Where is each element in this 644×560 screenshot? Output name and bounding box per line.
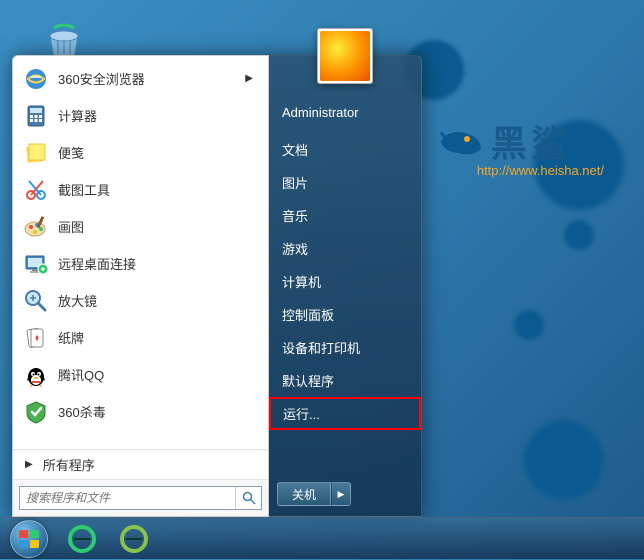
taskbar-browser-2[interactable] — [110, 521, 158, 557]
program-label: 计算器 — [58, 106, 97, 125]
start-menu-right-panel: Administrator 文档图片音乐游戏计算机控制面板设备和打印机默认程序运… — [269, 55, 422, 517]
right-panel-item-5[interactable]: 控制面板 — [269, 298, 421, 331]
program-label: 360安全浏览器 — [58, 69, 145, 88]
shutdown-button-group: 关机 ▶ — [277, 482, 351, 506]
program-list: 360安全浏览器 ▶ 计算器便笺截图工具画图远程桌面连接放大镜纸牌腾讯QQ 360杀毒 — [13, 56, 268, 449]
program-label: 纸牌 — [58, 328, 84, 347]
search-button[interactable] — [235, 487, 261, 509]
shutdown-options-button[interactable]: ▶ — [331, 482, 351, 506]
sticky-notes-icon — [22, 139, 50, 167]
right-panel-item-6[interactable]: 设备和打印机 — [269, 331, 421, 364]
paint-icon — [22, 213, 50, 241]
wallpaper-logo: 黑鲨 http://www.heisha.net/ — [437, 115, 604, 178]
all-programs-button[interactable]: ▶ 所有程序 — [13, 449, 268, 479]
program-item-5[interactable]: 远程桌面连接 — [15, 245, 266, 282]
program-item-2[interactable]: 便笺 — [15, 134, 266, 171]
solitaire-icon — [22, 324, 50, 352]
browser-e-icon — [120, 525, 148, 553]
user-picture[interactable] — [317, 28, 373, 84]
start-menu-left-panel: 360安全浏览器 ▶ 计算器便笺截图工具画图远程桌面连接放大镜纸牌腾讯QQ 360杀毒… — [12, 55, 269, 517]
taskbar-browser-1[interactable] — [58, 521, 106, 557]
right-panel-item-2[interactable]: 音乐 — [269, 199, 421, 232]
program-label: 画图 — [58, 217, 84, 236]
program-label: 360杀毒 — [58, 402, 106, 421]
magnifier-icon — [22, 287, 50, 315]
program-item-0[interactable]: 360安全浏览器 ▶ — [15, 60, 266, 97]
ie-icon — [22, 65, 50, 93]
program-label: 腾讯QQ — [58, 365, 104, 384]
shark-icon — [437, 121, 485, 161]
program-label: 放大镜 — [58, 291, 97, 310]
program-item-8[interactable]: 腾讯QQ — [15, 356, 266, 393]
start-button[interactable] — [2, 518, 56, 560]
program-item-6[interactable]: 放大镜 — [15, 282, 266, 319]
right-panel-item-3[interactable]: 游戏 — [269, 232, 421, 265]
snipping-icon — [22, 176, 50, 204]
right-panel-item-1[interactable]: 图片 — [269, 166, 421, 199]
taskbar — [0, 517, 644, 559]
right-panel-item-4[interactable]: 计算机 — [269, 265, 421, 298]
right-panel-item-7[interactable]: 默认程序 — [269, 364, 421, 397]
shutdown-button[interactable]: 关机 — [277, 482, 331, 506]
program-label: 便笺 — [58, 143, 84, 162]
program-item-1[interactable]: 计算器 — [15, 97, 266, 134]
calculator-icon — [22, 102, 50, 130]
program-item-4[interactable]: 画图 — [15, 208, 266, 245]
triangle-right-icon: ▶ — [25, 459, 33, 470]
search-input[interactable] — [20, 487, 235, 509]
search-icon — [242, 491, 256, 505]
right-panel-item-0[interactable]: 文档 — [269, 133, 421, 166]
browser-e-icon — [68, 525, 96, 553]
start-menu: 360安全浏览器 ▶ 计算器便笺截图工具画图远程桌面连接放大镜纸牌腾讯QQ 360杀毒… — [12, 55, 422, 517]
program-item-9[interactable]: 360杀毒 — [15, 393, 266, 430]
program-label: 远程桌面连接 — [58, 254, 136, 273]
triangle-right-icon: ▶ — [245, 73, 253, 84]
360-antivirus-icon — [22, 398, 50, 426]
program-item-3[interactable]: 截图工具 — [15, 171, 266, 208]
search-container — [13, 479, 268, 516]
remote-desktop-icon — [22, 250, 50, 278]
program-label: 截图工具 — [58, 180, 110, 199]
qq-icon — [22, 361, 50, 389]
right-panel-item-8[interactable]: 运行... — [269, 397, 421, 430]
program-item-7[interactable]: 纸牌 — [15, 319, 266, 356]
user-name[interactable]: Administrator — [269, 96, 421, 129]
windows-logo-icon — [19, 530, 39, 548]
all-programs-label: 所有程序 — [43, 455, 95, 474]
